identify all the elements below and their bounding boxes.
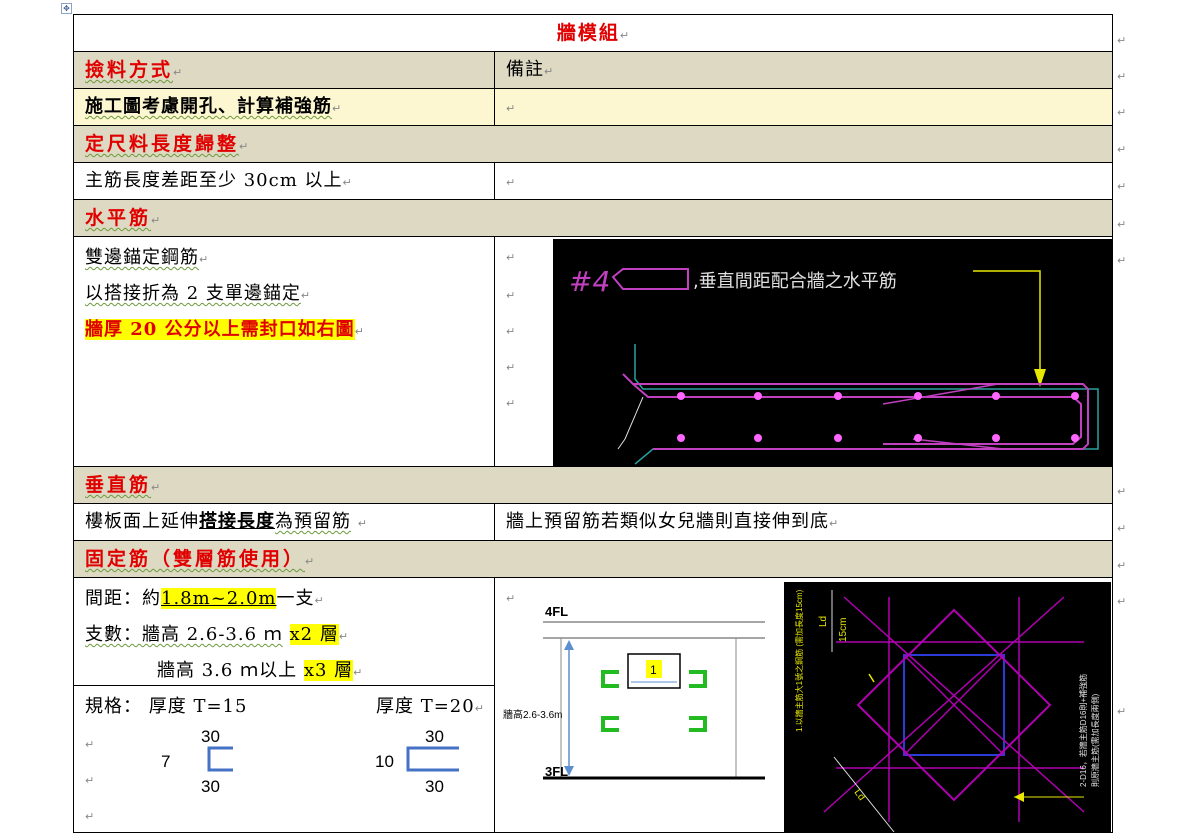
rebar-size-label: #4 (569, 265, 610, 298)
count-prefix: 支數：牆高 2.6-3.6 ｍ (85, 624, 283, 645)
horizontal-detail-row: 雙邊錨定鋼筋↵ 以搭接折為 2 支單邊錨定↵ 牆厚 20 公分以上需封口如右圖↵… (73, 236, 1113, 466)
spec-t15: 厚度 T=15 (148, 696, 248, 717)
spec-t20-bottom-dim: 30 (425, 777, 444, 796)
section-horizontal-row: 水平筋↵ (73, 199, 1113, 236)
cad-horizontal-rebar-drawing: #4 ,垂直間距配合牆之水平筋 (553, 239, 1113, 466)
cad-ld-top-label: Ld (818, 616, 829, 627)
cad-right-note-2: 則原牆主筋(需加長度兩側) (1090, 693, 1100, 787)
spacing-value: 1.8m~2.0m (161, 588, 277, 609)
fixing-bar-icons (601, 670, 707, 732)
header-method: 撿料方式 (85, 59, 174, 81)
cad-right-note-1: 2-D16，若牆主筋D16則+補強筋 (1078, 674, 1088, 787)
section-vertical-heading: 垂直筋 (85, 474, 152, 496)
cut-detail-row: 主筋長度差距至少 30cm 以上↵ ↵ (73, 162, 1113, 199)
spec-t15-bottom-dim: 30 (201, 777, 220, 796)
table-anchor-icon[interactable]: ✥ (61, 3, 72, 14)
count-value-1: x2 層 (289, 624, 339, 645)
spacing-prefix: 間距：約 (85, 588, 161, 609)
section-cut-heading: 定尺料長度歸整 (85, 133, 240, 155)
horizontal-line-2: 以搭接折為 2 支單邊錨定 (85, 283, 301, 304)
vertical-detail-row: 樓板面上延伸搭接長度為預留筋 ↵ 牆上預留筋若類似女兒牆則直接伸到底↵ (73, 503, 1113, 540)
spec-label: 規格： (85, 696, 142, 717)
spec-t20-left-dim: 10 (375, 752, 394, 771)
count-value-2: x3 層 (303, 660, 354, 681)
section-fixing-row: 固定筋（雙層筋使用）↵ (73, 540, 1113, 577)
floor-4fl-label: 4FL (545, 604, 568, 619)
vertical-text-part1: 樓板面上延伸 (85, 511, 199, 532)
cad-cover-label: 15cm (838, 618, 849, 642)
spec-t20-bracket-drawing: 30 10 30 (375, 728, 459, 796)
header-row: 撿料方式↵ 備註↵ (73, 51, 1113, 88)
openings-row: 施工圖考慮開孔、計算補強筋↵ ↵ (73, 88, 1113, 125)
table-title: 牆模組 (556, 22, 620, 44)
vertical-remark: 牆上預留筋若類似女兒牆則直接伸到底 (506, 511, 829, 532)
spec-t15-bracket-drawing: 30 7 30 (161, 728, 233, 796)
title-row: 牆模組↵ (73, 14, 1113, 51)
header-remarks: 備註 (506, 59, 544, 80)
section-cut-row: 定尺料長度歸整↵ (73, 125, 1113, 162)
spacing-suffix: 一支 (276, 588, 315, 609)
vertical-text-part3: 為預留筋 (275, 511, 351, 532)
spec-t20: 厚度 T=20 (376, 696, 475, 717)
opening-marker: 1 (650, 663, 657, 677)
section-vertical-row: 垂直筋↵ (73, 466, 1113, 503)
section-horizontal-heading: 水平筋 (85, 207, 152, 229)
horizontal-line-1: 雙邊錨定鋼筋 (85, 247, 199, 268)
horizontal-line-3: 牆厚 20 公分以上需封口如右圖 (85, 319, 355, 340)
spec-t15-top-dim: 30 (201, 728, 220, 746)
openings-text: 施工圖考慮開孔、計算補強筋 (85, 96, 332, 117)
cad-opening-reinforcement-drawing: Ld 15cm 1.以牆主筋大1號之鋼筋 (需加長度15cm) 2-D16，若牆… (784, 582, 1111, 832)
wall-height-label: 牆高2.6-3.6m (503, 708, 562, 721)
spec-t20-top-dim: 30 (425, 728, 444, 746)
section-fixing-heading: 固定筋（雙層筋使用） (85, 548, 306, 570)
vertical-text-lap-length: 搭接長度 (199, 511, 275, 532)
fixing-detail-row: 間距：約1.8m~2.0m一支↵ 支數：牆高 2.6-3.6 ｍ x2 層↵ 牆… (73, 577, 1113, 833)
spec-t15-left-dim: 7 (161, 752, 170, 771)
count-line-2: 牆高 3.6 ｍ以上 (157, 660, 298, 681)
cut-detail-text: 主筋長度差距至少 30cm 以上 (85, 170, 343, 191)
cad-side-note: 1.以牆主筋大1號之鋼筋 (需加長度15cm) (794, 589, 804, 732)
hairpin-spacing-note: ,垂直間距配合牆之水平筋 (693, 271, 897, 292)
wall-elevation-diagram: 4FL 3FL 牆高2.6-3.6m 1 (503, 604, 765, 780)
